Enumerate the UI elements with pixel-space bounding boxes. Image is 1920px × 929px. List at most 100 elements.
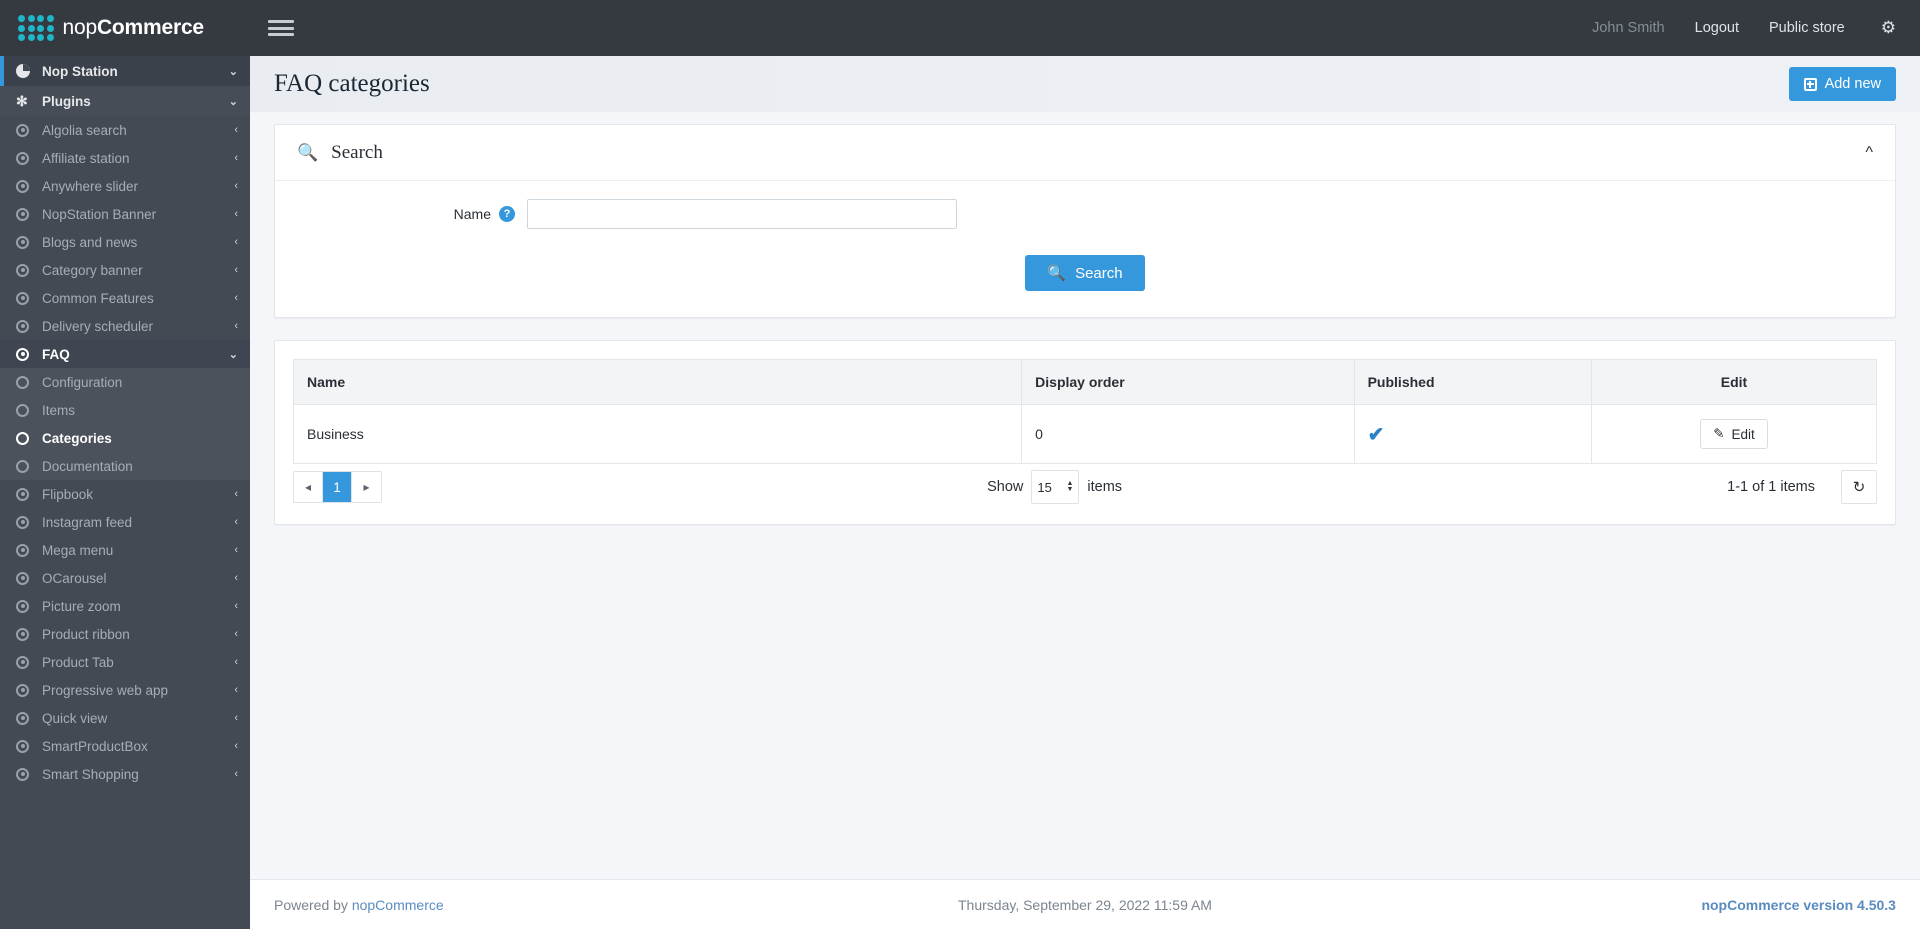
circle-dot-icon [16, 235, 42, 249]
chevron-left-icon[interactable]: ‹ [234, 768, 238, 780]
search-card-header[interactable]: 🔍 Search ^ [275, 125, 1895, 181]
chevron-left-icon[interactable]: ‹ [234, 628, 238, 640]
chevron-left-icon[interactable]: ‹ [234, 712, 238, 724]
gear-icon[interactable]: ⚙ [1881, 18, 1896, 38]
circle-hollow-icon [16, 375, 42, 389]
sidebar-item-category-banner[interactable]: Category banner ‹ [0, 256, 250, 284]
chevron-left-icon[interactable]: ‹ [234, 488, 238, 500]
sidebar-item-label: Smart Shopping [42, 766, 139, 782]
search-button[interactable]: 🔍 Search [1025, 255, 1145, 291]
sidebar-item-label: Nop Station [42, 63, 118, 79]
chevron-left-icon[interactable]: ‹ [234, 684, 238, 696]
chevron-left-icon[interactable]: ‹ [234, 600, 238, 612]
sidebar-item-common-features[interactable]: Common Features ‹ [0, 284, 250, 312]
cell-display-order: 0 [1021, 404, 1355, 464]
sidebar-item-label: Category banner [42, 262, 143, 278]
pagination-next-button[interactable]: ▸ [352, 472, 381, 502]
sidebar-item-label: Instagram feed [42, 514, 133, 530]
page-size-select[interactable]: 15 ▲ ▼ [1031, 470, 1080, 504]
sidebar-item-label: OCarousel [42, 570, 107, 586]
sidebar-item-faq[interactable]: FAQ ⌄ [0, 340, 250, 368]
sidebar-item-categories[interactable]: Categories [0, 424, 250, 452]
footer-left: Powered by nopCommerce [274, 897, 809, 913]
page-header: FAQ categories Add new [250, 56, 1920, 112]
sidebar-item-picture-zoom[interactable]: Picture zoom ‹ [0, 592, 250, 620]
sidebar-item-label: Product ribbon [42, 626, 130, 642]
add-new-button[interactable]: Add new [1788, 67, 1896, 101]
chevron-left-icon[interactable]: ‹ [234, 320, 238, 332]
sidebar-item-algolia-search[interactable]: Algolia search ‹ [0, 116, 250, 144]
chevron-left-icon[interactable]: ‹ [234, 656, 238, 668]
sidebar-item-product-tab[interactable]: Product Tab ‹ [0, 648, 250, 676]
sidebar-item-mega-menu[interactable]: Mega menu ‹ [0, 536, 250, 564]
sidebar-item-instagram-feed[interactable]: Instagram feed ‹ [0, 508, 250, 536]
sidebar-item-quick-view[interactable]: Quick view ‹ [0, 704, 250, 732]
chevron-left-icon[interactable]: ‹ [234, 292, 238, 304]
page-content: 🔍 Search ^ Name ? 🔍 Search Name Display … [250, 112, 1920, 879]
sidebar-item-configuration[interactable]: Configuration [0, 368, 250, 396]
table-head: Name Display order Published Edit [292, 359, 1877, 405]
chevron-left-icon[interactable]: ‹ [234, 516, 238, 528]
sidebar-item-items[interactable]: Items [0, 396, 250, 424]
search-name-input[interactable] [527, 199, 957, 229]
pagination-prev-button[interactable]: ◂ [294, 472, 323, 502]
public-store-link[interactable]: Public store [1769, 20, 1845, 36]
sidebar-item-label: Configuration [42, 374, 123, 390]
chevron-left-icon[interactable]: ‹ [234, 544, 238, 556]
sidebar-item-documentation[interactable]: Documentation [0, 452, 250, 480]
column-header-display-order[interactable]: Display order [1021, 359, 1355, 405]
circle-hollow-icon [16, 459, 42, 473]
pencil-icon: ✎ [1713, 426, 1725, 441]
sidebar-item-smart-shopping[interactable]: Smart Shopping ‹ [0, 760, 250, 788]
hamburger-menu-icon[interactable] [268, 20, 294, 36]
circle-dot-icon [16, 291, 42, 305]
chevron-left-icon[interactable]: ‹ [234, 572, 238, 584]
sidebar-item-progressive-web-app[interactable]: Progressive web app ‹ [0, 676, 250, 704]
plus-square-icon [1803, 77, 1817, 91]
pagination-right-group: 1-1 of 1 items ↻ [1727, 470, 1877, 504]
page-title: FAQ categories [274, 70, 430, 97]
sidebar-item-blogs-and-news[interactable]: Blogs and news ‹ [0, 228, 250, 256]
nopcommerce-link[interactable]: nopCommerce [352, 897, 444, 913]
column-header-published[interactable]: Published [1353, 359, 1593, 405]
sidebar-item-smartproductbox[interactable]: SmartProductBox ‹ [0, 732, 250, 760]
circle-dot-icon [16, 263, 42, 277]
search-card: 🔍 Search ^ Name ? 🔍 Search [274, 124, 1896, 318]
chevron-up-icon[interactable]: ^ [1865, 144, 1873, 162]
sidebar-item-product-ribbon[interactable]: Product ribbon ‹ [0, 620, 250, 648]
categories-card: Name Display order Published Edit Busine… [274, 340, 1896, 525]
chevron-left-icon[interactable]: ‹ [234, 264, 238, 276]
sidebar-item-affiliate-station[interactable]: Affiliate station ‹ [0, 144, 250, 172]
sidebar-item-delivery-scheduler[interactable]: Delivery scheduler ‹ [0, 312, 250, 340]
sidebar-item-label: Delivery scheduler [42, 318, 154, 334]
brand-title: nopCommerce [63, 16, 205, 40]
refresh-button[interactable]: ↻ [1841, 470, 1877, 504]
brand-logo-area[interactable]: nopCommerce [0, 0, 250, 56]
help-icon[interactable]: ? [499, 206, 515, 222]
sidebar-item-label: Documentation [42, 458, 133, 474]
sidebar-item-nopstation-banner[interactable]: NopStation Banner ‹ [0, 200, 250, 228]
footer-version: nopCommerce version 4.50.3 [1701, 896, 1896, 913]
edit-button[interactable]: ✎ Edit [1700, 419, 1768, 449]
pagination-page-1[interactable]: 1 [323, 472, 352, 502]
sidebar-item-plugins[interactable]: ✻ Plugins ⌄ [0, 86, 250, 116]
chevron-down-icon[interactable]: ⌄ [229, 65, 238, 78]
chevron-left-icon[interactable]: ‹ [234, 180, 238, 192]
circle-dot-icon [16, 319, 42, 333]
chevron-left-icon[interactable]: ‹ [234, 124, 238, 136]
sidebar-item-flipbook[interactable]: Flipbook ‹ [0, 480, 250, 508]
cell-name: Business [292, 404, 1023, 464]
refresh-icon: ↻ [1852, 479, 1866, 496]
logout-link[interactable]: Logout [1695, 20, 1739, 36]
chevron-left-icon[interactable]: ‹ [234, 236, 238, 248]
chevron-down-icon[interactable]: ⌄ [229, 95, 238, 108]
chevron-left-icon[interactable]: ‹ [234, 208, 238, 220]
name-label-wrap: Name ? [297, 206, 527, 222]
sidebar-item-nop-station[interactable]: Nop Station ⌄ [0, 56, 250, 86]
chevron-down-icon[interactable]: ⌄ [229, 348, 238, 361]
column-header-name[interactable]: Name [292, 359, 1023, 405]
chevron-left-icon[interactable]: ‹ [234, 152, 238, 164]
sidebar-item-ocarousel[interactable]: OCarousel ‹ [0, 564, 250, 592]
sidebar-item-anywhere-slider[interactable]: Anywhere slider ‹ [0, 172, 250, 200]
chevron-left-icon[interactable]: ‹ [234, 740, 238, 752]
